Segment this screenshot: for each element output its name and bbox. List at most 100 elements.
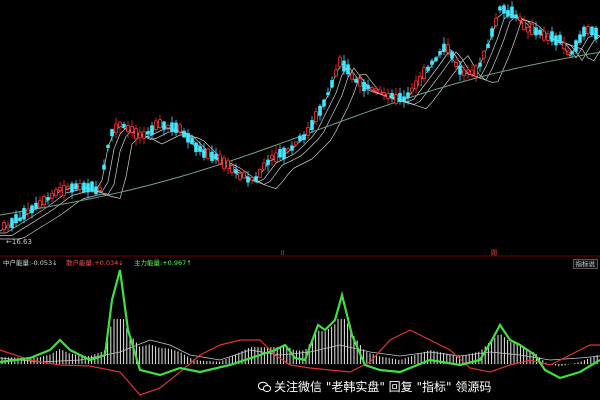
candle bbox=[410, 82, 414, 97]
candle bbox=[158, 114, 162, 130]
candle bbox=[226, 157, 230, 175]
candle bbox=[258, 167, 262, 179]
candle bbox=[526, 22, 530, 39]
candle bbox=[558, 31, 562, 45]
candle bbox=[514, 9, 518, 22]
candle bbox=[282, 146, 286, 164]
watermark-text: 关注微信 "老韩实盘" 回复 "指标" 领源码 bbox=[274, 380, 492, 394]
candle bbox=[402, 90, 406, 108]
candle bbox=[274, 146, 278, 163]
candle bbox=[378, 86, 382, 95]
candle bbox=[566, 45, 570, 57]
candle bbox=[498, 4, 502, 14]
candle bbox=[2, 219, 6, 234]
ma-line bbox=[0, 13, 600, 234]
candle bbox=[138, 126, 142, 144]
candle bbox=[582, 24, 586, 41]
price-panel[interactable] bbox=[0, 0, 600, 258]
indicator-button[interactable]: 指标说 bbox=[572, 259, 598, 269]
candle bbox=[166, 123, 170, 133]
candle bbox=[122, 121, 126, 129]
candle bbox=[330, 76, 334, 89]
candle bbox=[266, 154, 270, 172]
candle bbox=[202, 143, 206, 161]
candle bbox=[454, 57, 458, 73]
candle bbox=[262, 158, 266, 171]
candle bbox=[306, 121, 310, 140]
candle bbox=[362, 78, 366, 97]
candle bbox=[22, 204, 26, 224]
candle bbox=[78, 178, 82, 194]
candle bbox=[170, 116, 174, 137]
candle bbox=[290, 141, 294, 155]
candle bbox=[590, 25, 594, 37]
candle bbox=[94, 180, 98, 196]
candle bbox=[222, 155, 226, 172]
candle bbox=[386, 88, 390, 104]
candle bbox=[374, 86, 378, 96]
candle bbox=[338, 54, 342, 70]
candle bbox=[182, 128, 186, 139]
candle bbox=[442, 37, 446, 55]
candle bbox=[554, 32, 558, 51]
candle bbox=[314, 107, 318, 125]
candle bbox=[538, 27, 542, 39]
candle bbox=[550, 26, 554, 46]
candle bbox=[162, 120, 166, 136]
candle bbox=[578, 30, 582, 45]
candle bbox=[394, 88, 398, 106]
candle bbox=[26, 202, 30, 218]
candle bbox=[82, 180, 86, 194]
candle bbox=[482, 49, 486, 64]
candle bbox=[54, 187, 58, 199]
candle bbox=[506, 4, 510, 19]
candle bbox=[418, 71, 422, 87]
mid-energy-line bbox=[0, 339, 600, 363]
candle bbox=[486, 39, 490, 49]
candle bbox=[186, 129, 190, 149]
energy-histogram bbox=[1, 319, 598, 367]
candle bbox=[46, 192, 50, 205]
candle bbox=[334, 64, 338, 78]
candle bbox=[174, 119, 178, 136]
candle bbox=[34, 196, 38, 211]
low-price-label: ←16.63 bbox=[6, 238, 32, 246]
candle bbox=[74, 180, 78, 191]
ma-line bbox=[0, 16, 600, 236]
candle bbox=[178, 122, 182, 136]
moving-average-lines bbox=[0, 12, 600, 240]
candle bbox=[42, 194, 46, 209]
candle bbox=[350, 72, 354, 83]
candle bbox=[318, 104, 322, 121]
ma-line bbox=[0, 18, 600, 240]
candle bbox=[382, 87, 386, 101]
candle bbox=[102, 159, 106, 172]
candle bbox=[530, 18, 534, 36]
indicator-legend: 中户能量:-0.053↓ 散户能量:+0.034↓ 主力能量:+0.967↑ bbox=[0, 258, 600, 268]
marker-left: ll bbox=[281, 250, 285, 257]
candle bbox=[586, 24, 590, 37]
wechat-icon bbox=[258, 381, 271, 392]
candle bbox=[458, 60, 462, 81]
candle bbox=[62, 179, 66, 201]
candle bbox=[546, 30, 550, 45]
candle bbox=[246, 171, 250, 187]
legend-main-energy: 主力能量:+0.967↑ bbox=[134, 259, 192, 267]
candle bbox=[522, 15, 526, 32]
candle bbox=[414, 75, 418, 94]
candle bbox=[214, 147, 218, 164]
legend-retail-energy: 散户能量:+0.034↓ bbox=[66, 259, 124, 267]
candle bbox=[302, 131, 306, 144]
candle bbox=[6, 220, 10, 232]
candle bbox=[194, 141, 198, 156]
legend-mid-energy: 中户能量:-0.053↓ bbox=[3, 259, 58, 267]
candle bbox=[502, 3, 506, 20]
candle bbox=[298, 133, 302, 143]
candle bbox=[58, 181, 62, 197]
candle bbox=[114, 117, 118, 138]
candle bbox=[422, 63, 426, 83]
candle bbox=[154, 117, 158, 134]
candle bbox=[326, 87, 330, 98]
candle bbox=[130, 120, 134, 138]
candle bbox=[342, 54, 346, 75]
